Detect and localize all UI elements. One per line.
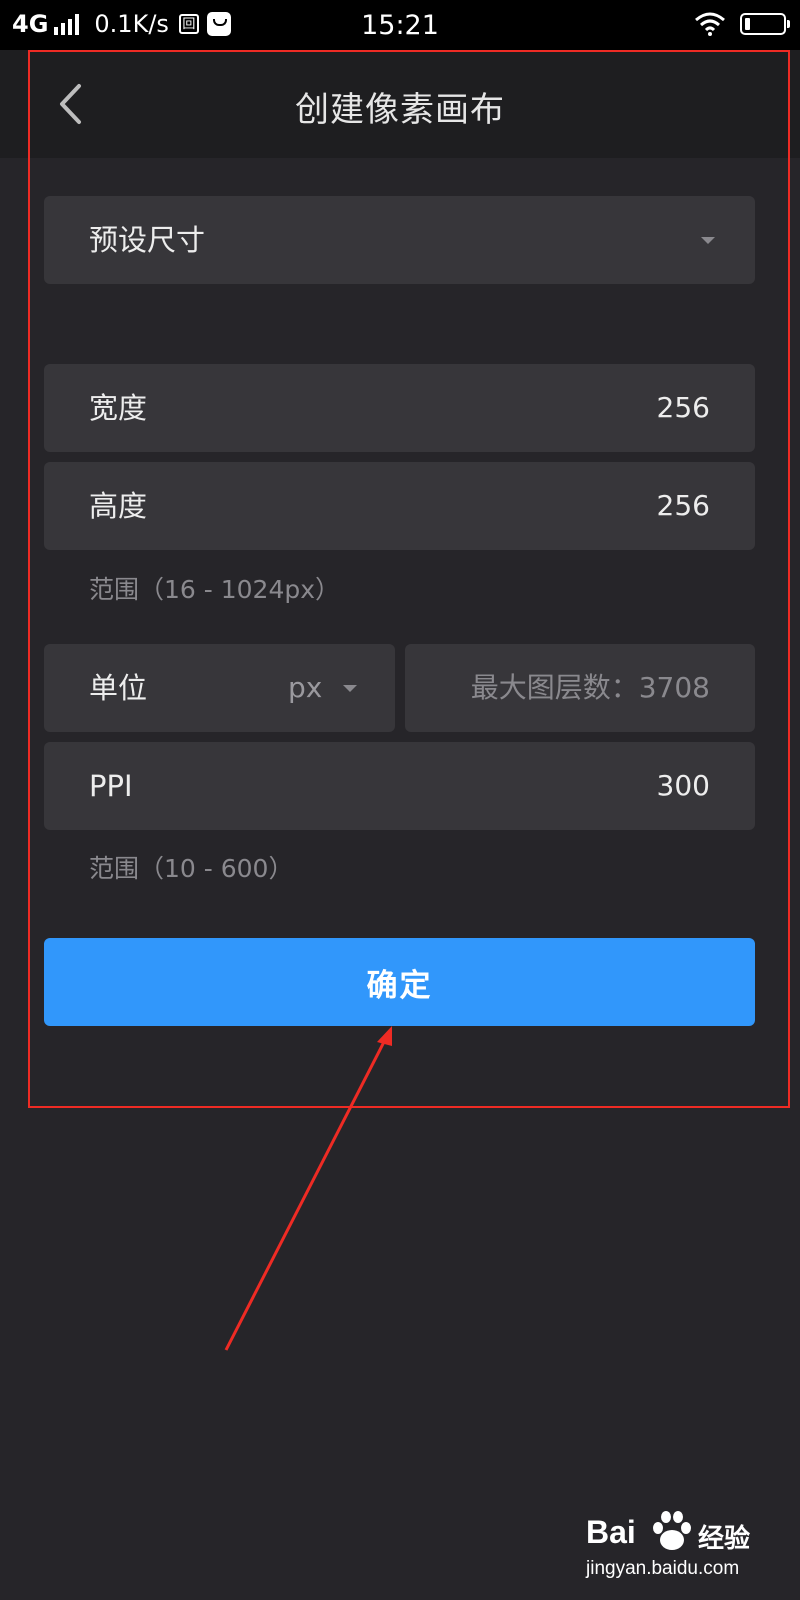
preset-size-dropdown[interactable]: 预设尺寸 — [44, 196, 755, 284]
width-value[interactable]: 256 — [657, 364, 710, 452]
ppi-label: PPI — [89, 769, 133, 803]
height-value[interactable]: 256 — [657, 462, 710, 550]
page-title: 创建像素画布 — [295, 90, 505, 130]
confirm-button[interactable]: 确定 — [44, 938, 755, 1026]
watermark-brand: Bai — [586, 1514, 636, 1550]
width-field[interactable]: 宽度 256 — [44, 364, 755, 452]
width-label: 宽度 — [89, 391, 148, 425]
max-layers-text: 最大图层数：3708 — [470, 671, 710, 704]
watermark-brand-suffix: 经验 — [698, 1524, 751, 1554]
unit-value: px — [288, 671, 323, 704]
header-bar: 创建像素画布 — [0, 50, 800, 158]
baidu-jingyan-watermark: Bai 经验 jingyan.baidu.com — [586, 1508, 756, 1588]
ppi-field[interactable]: PPI 300 — [44, 742, 755, 830]
height-label: 高度 — [89, 489, 148, 523]
status-bar: 4G 0.1K/s 回 15:21 — [0, 0, 800, 50]
wifi-icon — [695, 12, 725, 36]
unit-label: 单位 — [89, 671, 148, 705]
ppi-value[interactable]: 300 — [657, 742, 710, 830]
status-time: 15:21 — [361, 10, 439, 41]
max-layers-info: 最大图层数：3708 — [405, 644, 755, 732]
watermark-url: jingyan.baidu.com — [586, 1558, 740, 1579]
preset-size-label: 预设尺寸 — [89, 223, 206, 257]
battery-icon — [740, 13, 790, 35]
caret-down-icon — [343, 685, 357, 692]
unit-dropdown[interactable]: 单位 px — [44, 644, 395, 732]
caret-down-icon — [701, 237, 715, 244]
size-range-hint: 范围（16 - 1024px） — [89, 575, 341, 604]
paw-icon — [653, 1511, 691, 1550]
height-field[interactable]: 高度 256 — [44, 462, 755, 550]
status-right — [694, 12, 790, 36]
ppi-range-hint: 范围（10 - 600） — [89, 854, 294, 883]
